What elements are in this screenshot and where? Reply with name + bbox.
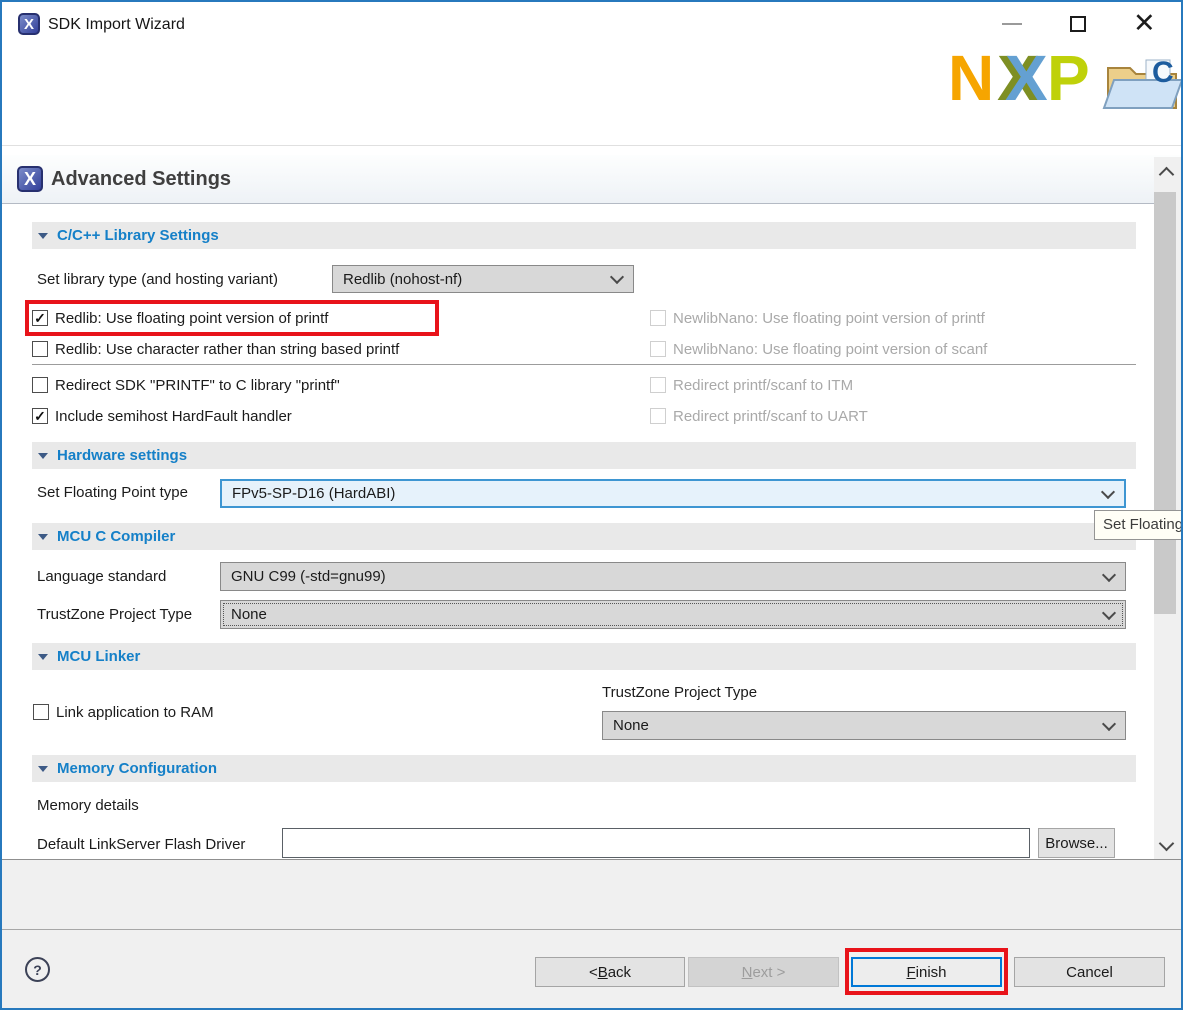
fp-type-label: Set Floating Point type (37, 484, 188, 501)
chevron-down-icon (1101, 484, 1115, 498)
checkbox-redirect-itm: Redirect printf/scanf to ITM (650, 372, 853, 398)
memory-details-label: Memory details (37, 797, 139, 814)
section-title: MCU C Compiler (57, 528, 175, 545)
scrollbar[interactable] (1154, 157, 1183, 859)
checkbox-link-ram[interactable]: Link application to RAM (33, 699, 214, 725)
checkbox-box[interactable] (32, 408, 48, 424)
chevron-down-icon (1102, 605, 1116, 619)
collapse-triangle-icon (38, 233, 48, 239)
checkbox-box (650, 377, 666, 393)
minimize-icon[interactable] (1002, 23, 1022, 25)
section-memory-configuration[interactable]: Memory Configuration (32, 755, 1136, 782)
checkbox-newlibnano-scanf: NewlibNano: Use floating point version o… (650, 336, 987, 362)
app-icon: X (18, 13, 40, 35)
checkbox-box[interactable] (33, 704, 49, 720)
footer-region (2, 860, 1183, 1010)
linker-trustzone-label: TrustZone Project Type (602, 684, 757, 701)
collapse-triangle-icon (38, 534, 48, 540)
section-title: Hardware settings (57, 447, 187, 464)
language-standard-label: Language standard (37, 568, 166, 585)
flash-driver-input[interactable] (282, 828, 1030, 858)
section-title: Memory Configuration (57, 760, 217, 777)
wizard-page-icon: X (17, 166, 43, 192)
collapse-triangle-icon (38, 453, 48, 459)
chevron-down-icon (1102, 567, 1116, 581)
library-type-dropdown[interactable]: Redlib (nohost-nf) (332, 265, 634, 293)
checkbox-box (650, 341, 666, 357)
folder-letter: C (1152, 56, 1174, 89)
library-type-label: Set library type (and hosting variant) (37, 271, 278, 288)
help-button[interactable]: ? (25, 957, 50, 982)
finish-button[interactable]: Finish (851, 957, 1002, 987)
section-library-settings[interactable]: C/C++ Library Settings (32, 222, 1136, 249)
nxp-logo-x-blue: X (1005, 46, 1046, 110)
checkbox-box (650, 310, 666, 326)
nxp-logo-n: N (948, 46, 992, 110)
scrollbar-thumb[interactable] (1154, 192, 1176, 614)
linker-trustzone-dropdown[interactable]: None (602, 711, 1126, 740)
scrollbar-up-icon[interactable] (1159, 167, 1175, 183)
tooltip: Set Floating (1094, 510, 1183, 540)
checkbox-box[interactable] (32, 377, 48, 393)
browse-button[interactable]: Browse... (1038, 828, 1115, 858)
language-standard-dropdown[interactable]: GNU C99 (-std=gnu99) (220, 562, 1126, 591)
checkbox-box[interactable] (32, 341, 48, 357)
flash-driver-label: Default LinkServer Flash Driver (37, 836, 245, 853)
checkbox-group-divider (32, 364, 1136, 365)
window-title: SDK Import Wizard (48, 16, 185, 34)
sdk-import-wizard-window: X SDK Import Wizard ✕ N X X P C X Advanc… (0, 0, 1183, 1010)
chevron-down-icon (610, 270, 624, 284)
section-mcu-linker[interactable]: MCU Linker (32, 643, 1136, 670)
checkbox-box (650, 408, 666, 424)
checkbox-redlib-char-printf[interactable]: Redlib: Use character rather than string… (32, 336, 399, 362)
checkbox-redlib-float-printf[interactable]: Redlib: Use floating point version of pr… (32, 305, 328, 331)
cancel-button[interactable]: Cancel (1014, 957, 1165, 987)
page-title: Advanced Settings (51, 168, 231, 191)
close-icon[interactable]: ✕ (1133, 8, 1156, 38)
chevron-down-icon (1102, 716, 1116, 730)
checkbox-semihost-hardfault[interactable]: Include semihost HardFault handler (32, 403, 292, 429)
top-divider (2, 145, 1183, 146)
nxp-logo-p: P (1047, 46, 1088, 110)
section-hardware-settings[interactable]: Hardware settings (32, 442, 1136, 469)
checkbox-redirect-sdk-printf[interactable]: Redirect SDK "PRINTF" to C library "prin… (32, 372, 340, 398)
next-button: Next > (688, 957, 839, 987)
collapse-triangle-icon (38, 766, 48, 772)
trustzone-type-dropdown[interactable]: None (220, 600, 1126, 629)
checkbox-redirect-uart: Redirect printf/scanf to UART (650, 403, 868, 429)
checkbox-newlibnano-printf: NewlibNano: Use floating point version o… (650, 305, 985, 331)
checkbox-box[interactable] (32, 310, 48, 326)
collapse-triangle-icon (38, 654, 48, 660)
scrollbar-down-icon[interactable] (1159, 836, 1175, 852)
footer-divider (2, 929, 1183, 930)
section-mcu-c-compiler[interactable]: MCU C Compiler (32, 523, 1136, 550)
section-title: MCU Linker (57, 648, 140, 665)
maximize-icon[interactable] (1070, 16, 1086, 32)
back-button[interactable]: < Back (535, 957, 685, 987)
fp-type-dropdown[interactable]: FPv5-SP-D16 (HardABI) (220, 479, 1126, 508)
section-title: C/C++ Library Settings (57, 227, 219, 244)
folder-c-icon: C (1102, 52, 1183, 118)
trustzone-type-label: TrustZone Project Type (37, 606, 192, 623)
